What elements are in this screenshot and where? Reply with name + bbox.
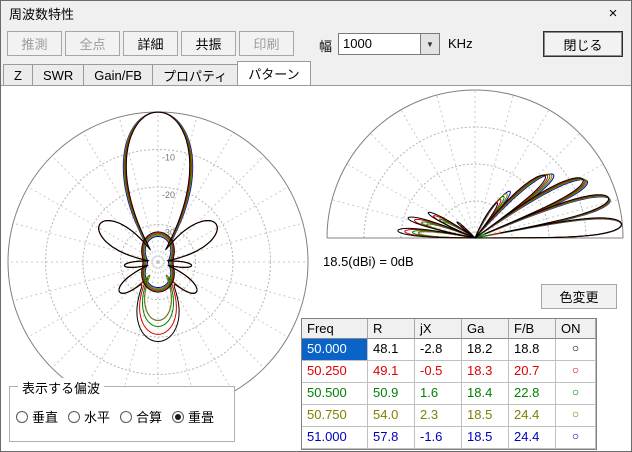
radio-icon [120,411,132,423]
table-header-row: FreqRjXGaF/BON [302,319,596,339]
value-cell: -1.6 [415,427,462,449]
on-toggle[interactable]: ○ [556,361,596,383]
freq-cell: 50.750 [302,405,368,427]
estimate-button: 推測 [7,31,62,56]
dropdown-arrow-icon[interactable]: ▼ [420,34,439,54]
freq-cell: 50.000 [302,339,368,361]
radio-label: 水平 [84,407,110,426]
value-cell: 18.8 [509,339,556,361]
width-value: 1000 [339,34,420,54]
svg-text:-20: -20 [162,190,175,200]
value-cell: 18.3 [462,361,509,383]
column-header: ON [556,319,596,339]
value-cell: 18.5 [462,427,509,449]
value-cell: 22.8 [509,383,556,405]
elevation-pattern-chart [317,86,632,262]
on-toggle[interactable]: ○ [556,405,596,427]
on-toggle[interactable]: ○ [556,339,596,361]
polarization-label: 表示する偏波 [18,378,104,397]
radio-icon [16,411,28,423]
polarization-groupbox: 表示する偏波 垂直水平合算重畳 [9,386,235,442]
width-label: 幅 [319,36,332,55]
value-cell: 18.2 [462,339,509,361]
on-toggle[interactable]: ○ [556,427,596,449]
tab-gainfb[interactable]: Gain/FB [83,64,153,85]
unit-label: KHz [448,36,473,51]
freq-cell: 51.000 [302,427,368,449]
value-cell: 57.8 [368,427,415,449]
freq-cell: 50.500 [302,383,368,405]
tab-z[interactable]: Z [3,64,33,85]
tab-swr[interactable]: SWR [32,64,84,85]
resonance-button[interactable]: 共振 [181,31,236,56]
polarization-radio[interactable]: 垂直 [16,407,58,426]
value-cell: 54.0 [368,405,415,427]
svg-text:-10: -10 [162,153,175,163]
table-row[interactable]: 50.25049.1-0.518.320.7○ [302,361,596,383]
value-cell: 18.5 [462,405,509,427]
radio-label: 重畳 [188,407,214,426]
value-cell: 49.1 [368,361,415,383]
svg-text:-30: -30 [162,228,175,238]
width-combobox[interactable]: 1000 ▼ [338,33,440,55]
radio-icon [68,411,80,423]
column-header: Ga [462,319,509,339]
all-points-button: 全点 [65,31,120,56]
value-cell: 24.4 [509,427,556,449]
value-cell: 1.6 [415,383,462,405]
detail-button[interactable]: 詳細 [123,31,178,56]
value-cell: 48.1 [368,339,415,361]
radio-label: 垂直 [32,407,58,426]
column-header: Freq [302,319,368,339]
value-cell: -2.8 [415,339,462,361]
column-header: F/B [509,319,556,339]
polarization-radio[interactable]: 水平 [68,407,110,426]
tab-strip: Z SWR Gain/FB プロパティ パターン [3,62,310,85]
value-cell: 50.9 [368,383,415,405]
column-header: R [368,319,415,339]
frequency-table: FreqRjXGaF/BON50.00048.1-2.818.218.8○50.… [301,318,597,450]
frequency-characteristics-window: 周波数特性 × 推測 全点 詳細 共振 印刷 幅 1000 ▼ KHz 閉じる … [0,0,632,452]
value-cell: 24.4 [509,405,556,427]
window-close-icon[interactable]: × [595,1,631,25]
tab-property[interactable]: プロパティ [152,64,238,85]
polarization-radio[interactable]: 合算 [120,407,162,426]
value-cell: 18.4 [462,383,509,405]
table-row[interactable]: 50.50050.91.618.422.8○ [302,383,596,405]
value-cell: -0.5 [415,361,462,383]
polarization-options: 垂直 水平 合算 重畳 [16,407,224,426]
polarization-radio[interactable]: 重畳 [172,407,214,426]
freq-cell: 50.250 [302,361,368,383]
value-cell: 20.7 [509,361,556,383]
radio-icon [172,411,184,423]
change-color-button[interactable]: 色変更 [541,284,617,309]
window-title: 周波数特性 [9,4,74,23]
column-header: jX [415,319,462,339]
gain-reference-caption: 18.5(dBi) = 0dB [323,254,414,269]
pattern-panel: -10 -20 -30 18.5(dBi) = 0dB 色変更 FreqRjXGaF… [1,85,631,451]
print-button: 印刷 [239,31,294,56]
table-row[interactable]: 50.00048.1-2.818.218.8○ [302,339,596,361]
value-cell: 2.3 [415,405,462,427]
radio-label: 合算 [136,407,162,426]
close-dialog-button[interactable]: 閉じる [543,31,623,57]
on-toggle[interactable]: ○ [556,383,596,405]
table-row[interactable]: 50.75054.02.318.524.4○ [302,405,596,427]
table-row[interactable]: 51.00057.8-1.618.524.4○ [302,427,596,449]
titlebar: 周波数特性 × [1,1,631,25]
tab-pattern[interactable]: パターン [237,61,310,85]
